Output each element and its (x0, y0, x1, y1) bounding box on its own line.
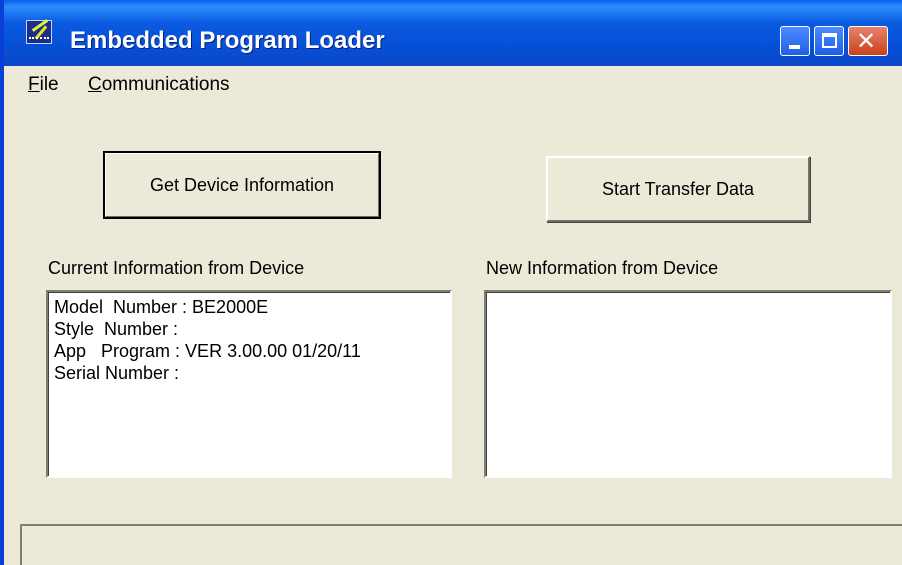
new-info-label: New Information from Device (486, 258, 719, 278)
get-device-information-button[interactable]: Get Device Information (103, 151, 381, 219)
application-window: Embedded Program Loader ✕ File Communica… (0, 0, 902, 565)
current-info-listbox[interactable]: Model Number : BE2000E Style Number : Ap… (46, 290, 452, 478)
window-title: Embedded Program Loader (70, 27, 385, 54)
minimize-button[interactable] (780, 26, 810, 56)
close-button[interactable]: ✕ (848, 26, 888, 56)
list-item[interactable]: Style Number : (54, 318, 444, 340)
menu-file-label: ile (39, 74, 59, 95)
list-item[interactable]: Model Number : BE2000E (54, 296, 444, 318)
menu-file-mnemonic: F (28, 74, 40, 95)
close-icon: ✕ (856, 27, 877, 55)
new-info-listbox[interactable] (484, 290, 892, 478)
menu-bar: File Communications (8, 66, 902, 104)
menu-communications-label: ommunications (101, 74, 230, 95)
status-bar (20, 524, 902, 565)
start-transfer-data-button[interactable]: Start Transfer Data (546, 156, 810, 222)
app-icon[interactable] (26, 19, 52, 44)
maximize-button[interactable] (814, 26, 844, 56)
menu-communications[interactable]: Communications (88, 74, 230, 96)
maximize-icon (822, 33, 837, 48)
menu-communications-mnemonic: C (88, 74, 102, 95)
minimize-icon (789, 45, 800, 49)
list-item[interactable]: Serial Number : (54, 362, 444, 384)
current-info-label: Current Information from Device (48, 258, 305, 278)
list-item[interactable]: App Program : VER 3.00.00 01/20/11 (54, 340, 444, 362)
menu-file[interactable]: File (28, 74, 59, 96)
title-bar[interactable]: Embedded Program Loader ✕ (4, 0, 902, 66)
